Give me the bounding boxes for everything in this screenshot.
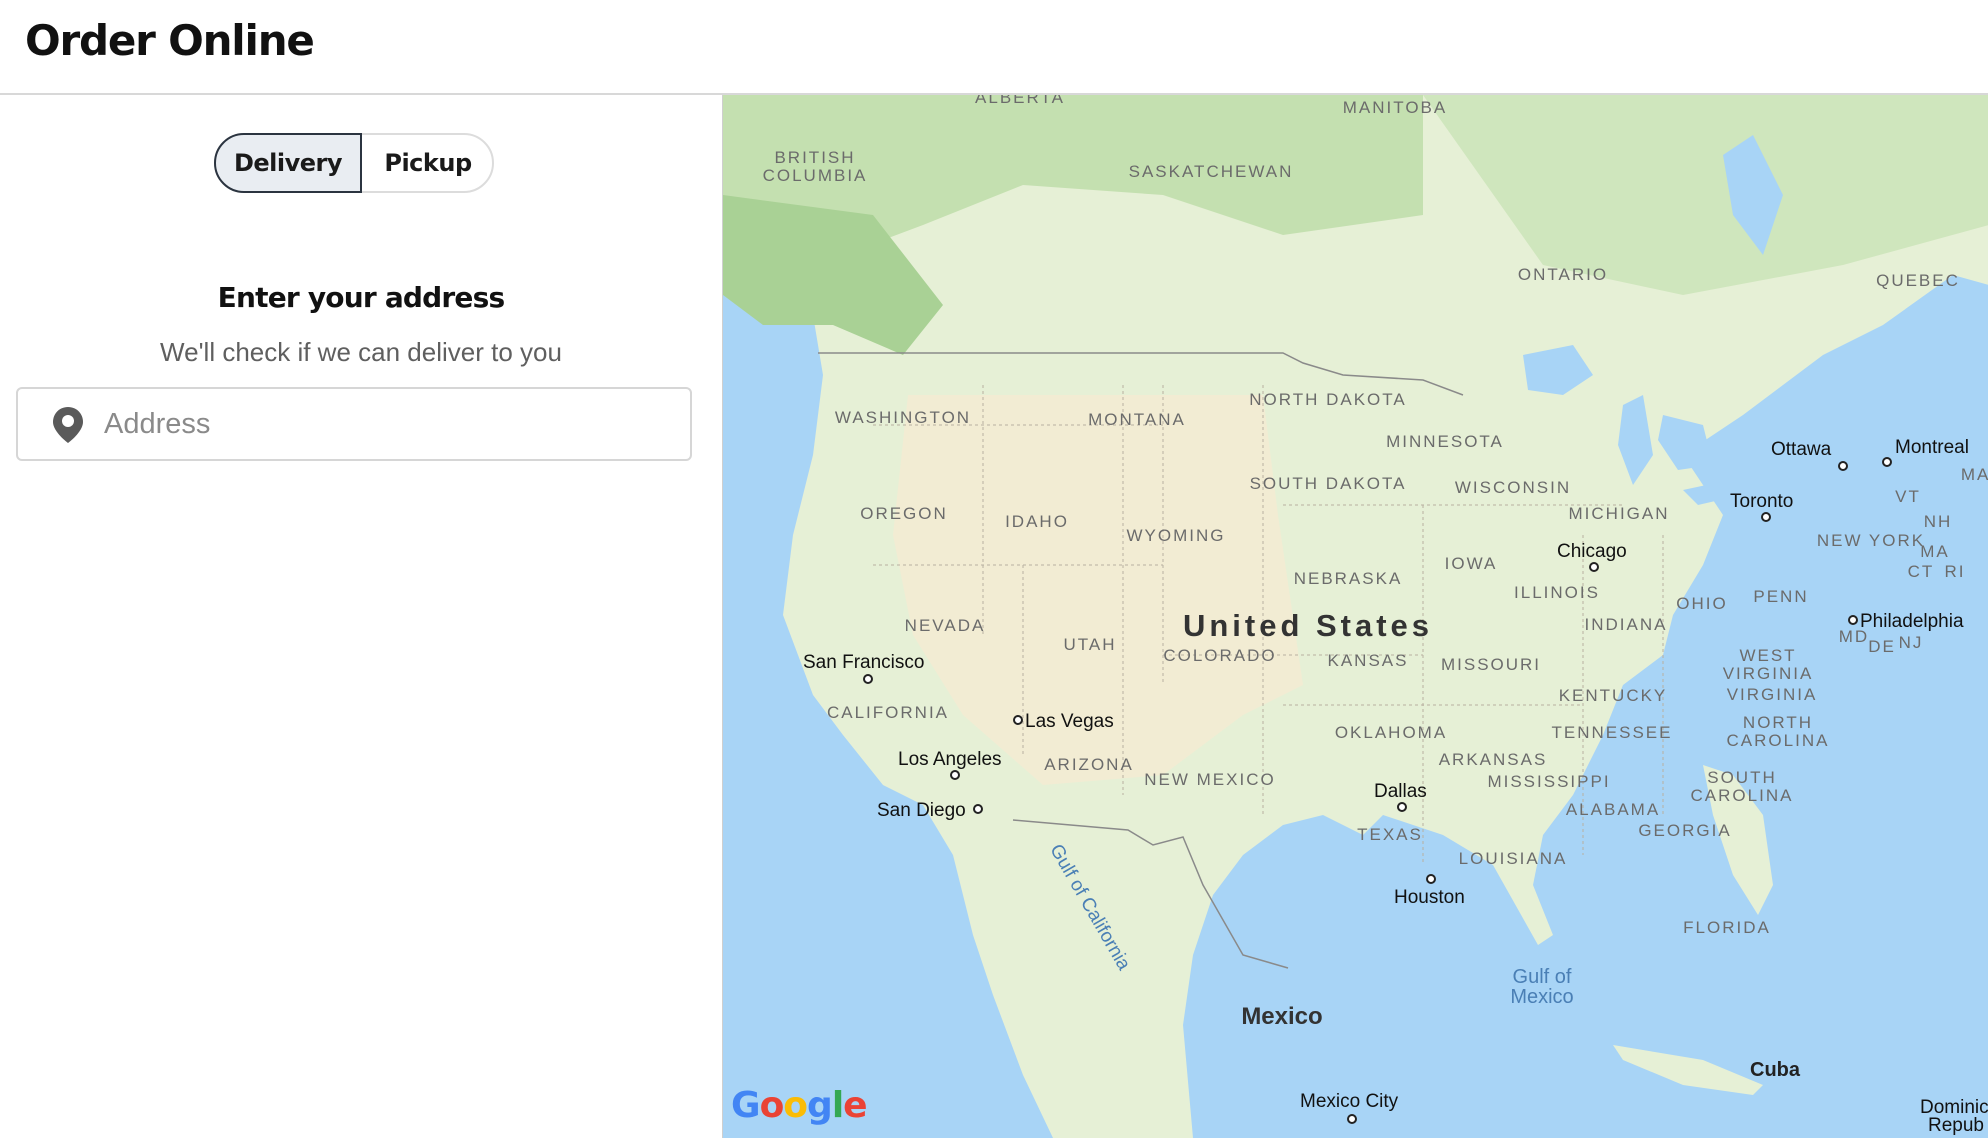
label-arkansas: ARKANSAS xyxy=(1439,750,1548,769)
label-kentucky: KENTUCKY xyxy=(1559,686,1668,705)
label-nh: NH xyxy=(1924,512,1953,531)
label-de: DE xyxy=(1868,637,1896,656)
label-mississippi: MISSISSIPPI xyxy=(1487,772,1610,791)
label-wyoming: WYOMING xyxy=(1127,526,1226,545)
order-panel: Delivery Pickup Enter your address We'll… xyxy=(0,95,722,1138)
fulfillment-toggle: Delivery Pickup xyxy=(214,133,494,193)
label-alberta: ALBERTA xyxy=(975,95,1065,107)
label-ottawa: Ottawa xyxy=(1771,439,1832,460)
label-utah: UTAH xyxy=(1063,635,1116,654)
label-ma: MA xyxy=(1920,542,1950,561)
address-heading: Enter your address xyxy=(217,281,505,314)
address-input[interactable] xyxy=(104,399,674,449)
label-san-diego: San Diego xyxy=(877,800,966,821)
label-indiana: INDIANA xyxy=(1585,615,1668,634)
label-gulf-of-mexico-line1: Gulf of Mexico xyxy=(1510,966,1573,1008)
label-south-dakota: SOUTH DAKOTA xyxy=(1250,474,1407,493)
label-michigan: MICHIGAN xyxy=(1569,504,1670,523)
page-header: Order Online xyxy=(0,0,1988,95)
label-mai: MAI xyxy=(1961,465,1988,484)
label-ri: RI xyxy=(1945,562,1966,581)
label-saskatchewan: SASKATCHEWAN xyxy=(1129,162,1294,181)
pickup-toggle-button[interactable]: Pickup xyxy=(362,133,494,193)
label-washington: WASHINGTON xyxy=(835,408,971,427)
label-west-virginia-line1: WEST VIRGINIA xyxy=(1723,646,1814,683)
label-chicago: Chicago xyxy=(1557,541,1627,562)
label-philadelphia: Philadelphia xyxy=(1860,611,1964,632)
label-wisconsin: WISCONSIN xyxy=(1455,478,1571,497)
address-subheading: We'll check if we can deliver to you xyxy=(160,337,562,367)
label-florida: FLORIDA xyxy=(1683,918,1771,937)
label-colorado: COLORADO xyxy=(1163,646,1276,665)
label-arizona: ARIZONA xyxy=(1044,755,1134,774)
google-logo: Google xyxy=(731,1085,868,1126)
label-louisiana: LOUISIANA xyxy=(1459,849,1568,868)
label-quebec: QUEBEC xyxy=(1876,271,1960,290)
google-logo-o2: o xyxy=(783,1085,808,1126)
label-nj: NJ xyxy=(1899,633,1924,652)
label-oregon: OREGON xyxy=(860,504,948,523)
map-canvas: ALBERTA MANITOBA BRITISH COLUMBIA SASKATC… xyxy=(723,95,1988,1138)
label-tennessee: TENNESSEE xyxy=(1552,723,1673,742)
label-repub: Repub xyxy=(1928,1115,1984,1136)
label-ontario: ONTARIO xyxy=(1518,265,1608,284)
label-ct: CT xyxy=(1908,562,1935,581)
label-ohio: OHIO xyxy=(1676,594,1727,613)
label-nebraska: NEBRASKA xyxy=(1294,569,1403,588)
label-minnesota: MINNESOTA xyxy=(1386,432,1504,451)
label-oklahoma: OKLAHOMA xyxy=(1335,723,1447,742)
label-montreal: Montreal xyxy=(1895,437,1969,458)
label-toronto: Toronto xyxy=(1730,491,1793,512)
label-mexico-city: Mexico City xyxy=(1300,1091,1399,1112)
label-cuba: Cuba xyxy=(1750,1059,1801,1081)
label-british-columbia-line1: BRITISH COLUMBIA xyxy=(763,148,868,185)
label-los-angeles: Los Angeles xyxy=(898,749,1002,770)
label-texas: TEXAS xyxy=(1357,825,1423,844)
label-idaho: IDAHO xyxy=(1005,512,1069,531)
label-georgia: GEORGIA xyxy=(1638,821,1731,840)
label-illinois: ILLINOIS xyxy=(1514,583,1600,602)
label-montana: MONTANA xyxy=(1088,410,1186,429)
label-alabama: ALABAMA xyxy=(1566,800,1660,819)
label-mexico: Mexico xyxy=(1241,1003,1322,1030)
google-logo-g2: g xyxy=(807,1085,833,1126)
page-title: Order Online xyxy=(25,16,315,65)
label-vt: VT xyxy=(1895,487,1921,506)
label-las-vegas: Las Vegas xyxy=(1025,711,1114,732)
label-new-york: NEW YORK xyxy=(1817,531,1925,550)
google-logo-l: l xyxy=(831,1085,844,1126)
address-field[interactable] xyxy=(16,387,692,461)
label-manitoba: MANITOBA xyxy=(1343,98,1447,117)
label-kansas: KANSAS xyxy=(1328,651,1409,670)
label-north-carolina-line1: NORTH CAROLINA xyxy=(1727,713,1830,750)
label-dallas: Dallas xyxy=(1374,781,1427,802)
label-iowa: IOWA xyxy=(1445,554,1498,573)
label-penn: PENN xyxy=(1753,587,1808,606)
location-pin-icon xyxy=(53,407,83,443)
cuba-shape xyxy=(1613,1045,1763,1095)
label-united-states: United States xyxy=(1183,608,1433,643)
label-nevada: NEVADA xyxy=(905,616,986,635)
label-missouri: MISSOURI xyxy=(1441,655,1541,674)
map-view[interactable]: ALBERTA MANITOBA BRITISH COLUMBIA SASKATC… xyxy=(722,95,1988,1138)
label-california: CALIFORNIA xyxy=(827,703,949,722)
delivery-toggle-button[interactable]: Delivery xyxy=(214,133,362,193)
label-virginia: VIRGINIA xyxy=(1727,685,1818,704)
google-logo-o1: o xyxy=(759,1085,785,1126)
label-san-francisco: San Francisco xyxy=(803,652,924,673)
label-new-mexico: NEW MEXICO xyxy=(1144,770,1275,789)
label-north-dakota: NORTH DAKOTA xyxy=(1249,390,1407,409)
google-logo-e: e xyxy=(843,1085,867,1126)
google-logo-g: G xyxy=(731,1085,761,1126)
label-houston: Houston xyxy=(1394,887,1465,908)
